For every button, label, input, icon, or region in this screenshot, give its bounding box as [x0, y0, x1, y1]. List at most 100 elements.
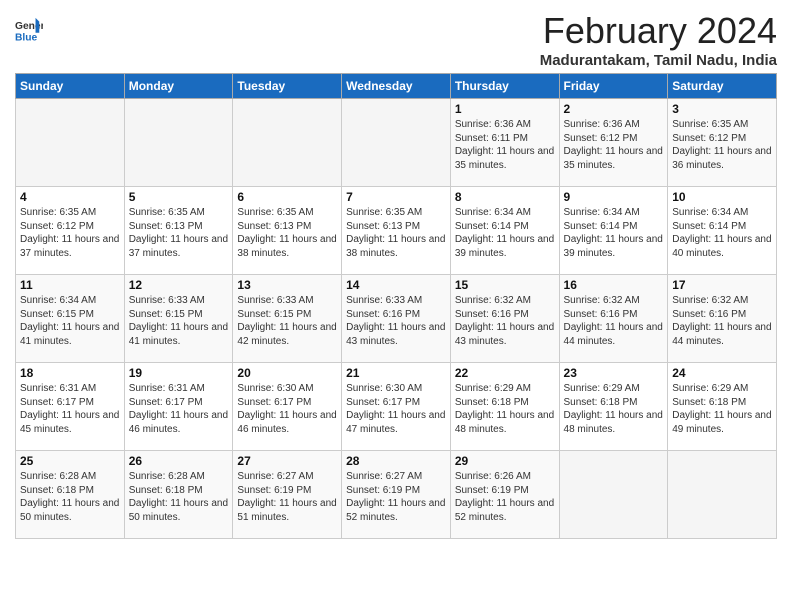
day-info: Sunrise: 6:27 AMSunset: 6:19 PMDaylight:… — [346, 470, 446, 524]
day-number: 26 — [129, 454, 229, 468]
day-cell: 7 Sunrise: 6:35 AMSunset: 6:13 PMDaylight… — [342, 187, 451, 275]
day-number: 29 — [455, 454, 555, 468]
week-row-4: 18 Sunrise: 6:31 AMSunset: 6:17 PMDayligh… — [16, 363, 777, 451]
day-info: Sunrise: 6:34 AMSunset: 6:14 PMDaylight:… — [455, 206, 555, 260]
column-header-wednesday: Wednesday — [342, 74, 451, 99]
day-cell: 26 Sunrise: 6:28 AMSunset: 6:18 PMDayligh… — [124, 451, 233, 539]
day-info: Sunrise: 6:35 AMSunset: 6:12 PMDaylight:… — [672, 118, 772, 172]
day-cell: 24 Sunrise: 6:29 AMSunset: 6:18 PMDayligh… — [668, 363, 777, 451]
day-number: 14 — [346, 278, 446, 292]
day-cell — [559, 451, 668, 539]
week-row-2: 4Sunrise: 6:35 AMSunset: 6:12 PMDaylight… — [16, 187, 777, 275]
day-info: Sunrise: 6:35 AMSunset: 6:13 PMDaylight:… — [346, 206, 446, 260]
day-number: 22 — [455, 366, 555, 380]
day-cell: 9 Sunrise: 6:34 AMSunset: 6:14 PMDaylight… — [559, 187, 668, 275]
logo-icon: General Blue — [15, 16, 43, 44]
day-cell: 3 Sunrise: 6:35 AMSunset: 6:12 PMDaylight… — [668, 99, 777, 187]
day-info: Sunrise: 6:30 AMSunset: 6:17 PMDaylight:… — [237, 382, 337, 436]
day-cell — [668, 451, 777, 539]
day-cell — [16, 99, 125, 187]
day-info: Sunrise: 6:32 AMSunset: 6:16 PMDaylight:… — [455, 294, 555, 348]
day-number: 10 — [672, 190, 772, 204]
header-row: SundayMondayTuesdayWednesdayThursdayFrid… — [16, 74, 777, 99]
day-number: 15 — [455, 278, 555, 292]
day-info: Sunrise: 6:34 AMSunset: 6:15 PMDaylight:… — [20, 294, 120, 348]
day-info: Sunrise: 6:29 AMSunset: 6:18 PMDaylight:… — [455, 382, 555, 436]
svg-text:Blue: Blue — [15, 32, 38, 43]
week-row-1: 1Sunrise: 6:36 AMSunset: 6:11 PMDaylight… — [16, 99, 777, 187]
day-cell: 21 Sunrise: 6:30 AMSunset: 6:17 PMDayligh… — [342, 363, 451, 451]
day-cell — [342, 99, 451, 187]
day-number: 20 — [237, 366, 337, 380]
location: Madurantakam, Tamil Nadu, India — [540, 52, 777, 69]
day-info: Sunrise: 6:31 AMSunset: 6:17 PMDaylight:… — [129, 382, 229, 436]
day-info: Sunrise: 6:29 AMSunset: 6:18 PMDaylight:… — [672, 382, 772, 436]
day-number: 3 — [672, 102, 772, 116]
day-cell: 4Sunrise: 6:35 AMSunset: 6:12 PMDaylight… — [16, 187, 125, 275]
day-number: 18 — [20, 366, 120, 380]
day-number: 4 — [20, 190, 120, 204]
day-info: Sunrise: 6:33 AMSunset: 6:15 PMDaylight:… — [129, 294, 229, 348]
day-cell: 8 Sunrise: 6:34 AMSunset: 6:14 PMDaylight… — [450, 187, 559, 275]
day-cell: 20 Sunrise: 6:30 AMSunset: 6:17 PMDayligh… — [233, 363, 342, 451]
calendar-body: 1Sunrise: 6:36 AMSunset: 6:11 PMDaylight… — [16, 99, 777, 539]
day-number: 8 — [455, 190, 555, 204]
day-number: 24 — [672, 366, 772, 380]
day-info: Sunrise: 6:27 AMSunset: 6:19 PMDaylight:… — [237, 470, 337, 524]
day-cell — [124, 99, 233, 187]
day-info: Sunrise: 6:36 AMSunset: 6:12 PMDaylight:… — [564, 118, 664, 172]
day-cell: 17 Sunrise: 6:32 AMSunset: 6:16 PMDayligh… — [668, 275, 777, 363]
day-cell: 25 Sunrise: 6:28 AMSunset: 6:18 PMDayligh… — [16, 451, 125, 539]
day-info: Sunrise: 6:30 AMSunset: 6:17 PMDaylight:… — [346, 382, 446, 436]
day-cell: 22 Sunrise: 6:29 AMSunset: 6:18 PMDayligh… — [450, 363, 559, 451]
column-header-sunday: Sunday — [16, 74, 125, 99]
day-cell: 15 Sunrise: 6:32 AMSunset: 6:16 PMDayligh… — [450, 275, 559, 363]
day-info: Sunrise: 6:35 AMSunset: 6:13 PMDaylight:… — [237, 206, 337, 260]
day-cell: 19 Sunrise: 6:31 AMSunset: 6:17 PMDayligh… — [124, 363, 233, 451]
day-number: 25 — [20, 454, 120, 468]
day-number: 2 — [564, 102, 664, 116]
day-cell: 28 Sunrise: 6:27 AMSunset: 6:19 PMDayligh… — [342, 451, 451, 539]
day-number: 19 — [129, 366, 229, 380]
day-cell: 10Sunrise: 6:34 AMSunset: 6:14 PMDayligh… — [668, 187, 777, 275]
day-info: Sunrise: 6:28 AMSunset: 6:18 PMDaylight:… — [129, 470, 229, 524]
day-number: 17 — [672, 278, 772, 292]
logo: General Blue — [15, 16, 43, 44]
day-number: 13 — [237, 278, 337, 292]
calendar-table: SundayMondayTuesdayWednesdayThursdayFrid… — [15, 73, 777, 539]
day-number: 9 — [564, 190, 664, 204]
column-header-monday: Monday — [124, 74, 233, 99]
day-info: Sunrise: 6:33 AMSunset: 6:15 PMDaylight:… — [237, 294, 337, 348]
calendar-header: SundayMondayTuesdayWednesdayThursdayFrid… — [16, 74, 777, 99]
day-number: 28 — [346, 454, 446, 468]
month-title: February 2024 — [540, 10, 777, 52]
day-number: 5 — [129, 190, 229, 204]
day-cell: 16Sunrise: 6:32 AMSunset: 6:16 PMDayligh… — [559, 275, 668, 363]
day-cell: 6 Sunrise: 6:35 AMSunset: 6:13 PMDaylight… — [233, 187, 342, 275]
day-info: Sunrise: 6:35 AMSunset: 6:13 PMDaylight:… — [129, 206, 229, 260]
title-area: February 2024 Madurantakam, Tamil Nadu, … — [540, 10, 777, 69]
day-info: Sunrise: 6:33 AMSunset: 6:16 PMDaylight:… — [346, 294, 446, 348]
day-cell: 5 Sunrise: 6:35 AMSunset: 6:13 PMDaylight… — [124, 187, 233, 275]
day-number: 1 — [455, 102, 555, 116]
day-number: 21 — [346, 366, 446, 380]
day-cell: 29Sunrise: 6:26 AMSunset: 6:19 PMDayligh… — [450, 451, 559, 539]
column-header-thursday: Thursday — [450, 74, 559, 99]
day-cell: 14 Sunrise: 6:33 AMSunset: 6:16 PMDayligh… — [342, 275, 451, 363]
day-info: Sunrise: 6:28 AMSunset: 6:18 PMDaylight:… — [20, 470, 120, 524]
day-number: 6 — [237, 190, 337, 204]
day-info: Sunrise: 6:32 AMSunset: 6:16 PMDaylight:… — [672, 294, 772, 348]
day-info: Sunrise: 6:34 AMSunset: 6:14 PMDaylight:… — [564, 206, 664, 260]
column-header-saturday: Saturday — [668, 74, 777, 99]
day-number: 27 — [237, 454, 337, 468]
day-cell: 1Sunrise: 6:36 AMSunset: 6:11 PMDaylight… — [450, 99, 559, 187]
day-cell: 27 Sunrise: 6:27 AMSunset: 6:19 PMDayligh… — [233, 451, 342, 539]
day-cell: 11Sunrise: 6:34 AMSunset: 6:15 PMDayligh… — [16, 275, 125, 363]
header: General Blue February 2024 Madurantakam,… — [15, 10, 777, 69]
day-number: 7 — [346, 190, 446, 204]
day-cell: 23Sunrise: 6:29 AMSunset: 6:18 PMDayligh… — [559, 363, 668, 451]
day-number: 23 — [564, 366, 664, 380]
day-info: Sunrise: 6:31 AMSunset: 6:17 PMDaylight:… — [20, 382, 120, 436]
day-cell — [233, 99, 342, 187]
week-row-5: 25 Sunrise: 6:28 AMSunset: 6:18 PMDayligh… — [16, 451, 777, 539]
